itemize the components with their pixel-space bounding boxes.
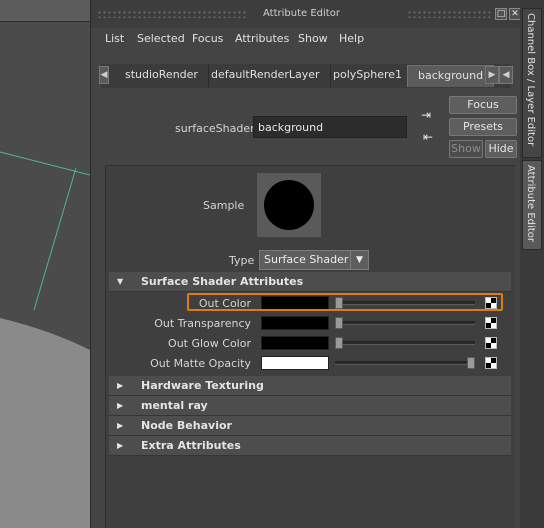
out-transparency-swatch[interactable] xyxy=(261,316,329,330)
node-name-field[interactable] xyxy=(253,116,407,138)
type-dropdown[interactable]: Surface Shader ▼ xyxy=(259,250,369,270)
dock-tab-attribute-editor[interactable]: Attribute Editor xyxy=(522,160,542,250)
3d-viewport[interactable] xyxy=(0,0,90,528)
section-hardware-texturing[interactable]: ▶ Hardware Texturing xyxy=(109,376,511,396)
dock-tab-strip: Channel Box / Layer Editor Attribute Edi… xyxy=(520,0,544,528)
out-transparency-map-button-icon[interactable] xyxy=(485,317,497,329)
drag-handle[interactable] xyxy=(97,10,247,18)
type-label: Type xyxy=(229,254,255,267)
section-extra-attributes[interactable]: ▶ Extra Attributes xyxy=(109,436,511,456)
section-label: Node Behavior xyxy=(141,419,232,432)
out-transparency-slider-handle[interactable] xyxy=(335,317,343,329)
focus-button[interactable]: Focus xyxy=(449,96,517,114)
viewport-scene xyxy=(0,151,90,528)
window-title: Attribute Editor xyxy=(263,8,340,19)
collapsed-triangle-icon: ▶ xyxy=(117,401,124,410)
output-connections-icon[interactable]: ⇤ xyxy=(423,130,437,144)
collapsed-triangle-icon: ▶ xyxy=(117,421,124,430)
menu-bar: List Selected Focus Attributes Show Help xyxy=(91,28,521,50)
collapsed-triangle-icon: ▶ xyxy=(117,381,124,390)
type-dropdown-value: Surface Shader xyxy=(264,253,349,266)
out-transparency-label: Out Transparency xyxy=(154,317,251,330)
input-connections-icon[interactable]: ⇥ xyxy=(421,108,435,122)
tab-scroll-left-icon-2[interactable]: ◀ xyxy=(499,66,513,84)
section-label: Hardware Texturing xyxy=(141,379,264,392)
collapsed-triangle-icon: ▶ xyxy=(117,441,124,450)
out-matte-opacity-swatch[interactable] xyxy=(261,356,329,370)
out-glow-color-slider[interactable] xyxy=(335,341,475,345)
section-mental-ray[interactable]: ▶ mental ray xyxy=(109,396,511,416)
out-color-highlight xyxy=(187,293,503,311)
out-glow-color-swatch[interactable] xyxy=(261,336,329,350)
out-matte-opacity-map-button-icon[interactable] xyxy=(485,357,497,369)
tab-scroll-left-icon[interactable]: ◀ xyxy=(99,66,109,84)
drag-handle-right[interactable] xyxy=(407,10,491,18)
out-matte-opacity-label: Out Matte Opacity xyxy=(150,357,251,370)
out-glow-color-slider-handle[interactable] xyxy=(335,337,343,349)
menu-attributes[interactable]: Attributes xyxy=(235,32,289,45)
section-node-behavior[interactable]: ▶ Node Behavior xyxy=(109,416,511,436)
dock-tab-label: Attribute Editor xyxy=(525,165,536,242)
material-sample-swatch[interactable] xyxy=(257,173,321,237)
surfaceshader-label: surfaceShader: xyxy=(175,122,259,135)
section-label: Surface Shader Attributes xyxy=(141,275,304,288)
hide-button[interactable]: Hide xyxy=(485,140,517,158)
tab-scroll-right-icon[interactable]: ▶ xyxy=(485,66,499,84)
tab-defaultrenderlayer[interactable]: defaultRenderLayer xyxy=(201,65,331,87)
menu-selected[interactable]: Selected xyxy=(137,32,185,45)
menu-list[interactable]: List xyxy=(105,32,124,45)
tab-background[interactable]: background xyxy=(407,65,495,87)
expanded-triangle-icon: ▼ xyxy=(117,277,124,286)
tab-polysphere1[interactable]: polySphere1 xyxy=(323,65,414,87)
float-window-icon[interactable]: □ xyxy=(495,8,507,20)
tab-studiorender[interactable]: studioRender xyxy=(115,65,209,87)
presets-button[interactable]: Presets xyxy=(449,118,517,136)
menu-help[interactable]: Help xyxy=(339,32,364,45)
title-bar[interactable]: Attribute Editor □ ✕ xyxy=(91,0,521,28)
out-transparency-slider[interactable] xyxy=(335,321,475,325)
out-matte-opacity-slider-handle[interactable] xyxy=(467,357,475,369)
section-surface-shader-attributes[interactable]: ▼ Surface Shader Attributes xyxy=(109,272,511,292)
dock-tab-channel-box[interactable]: Channel Box / Layer Editor xyxy=(522,8,542,158)
menu-focus[interactable]: Focus xyxy=(192,32,223,45)
menu-show[interactable]: Show xyxy=(298,32,328,45)
chevron-down-icon: ▼ xyxy=(350,251,368,269)
attribute-editor-panel: Attribute Editor □ ✕ List Selected Focus… xyxy=(90,0,521,528)
out-glow-color-label: Out Glow Color xyxy=(168,337,251,350)
section-label: mental ray xyxy=(141,399,208,412)
sample-sphere xyxy=(264,180,314,230)
section-label: Extra Attributes xyxy=(141,439,241,452)
dock-tab-label: Channel Box / Layer Editor xyxy=(525,13,536,147)
out-glow-color-map-button-icon[interactable] xyxy=(485,337,497,349)
node-tab-bar: ◀ studioRender defaultRenderLayer polySp… xyxy=(99,64,513,88)
show-button[interactable]: Show xyxy=(449,140,483,158)
out-matte-opacity-slider[interactable] xyxy=(335,361,475,365)
sample-label: Sample xyxy=(203,199,245,212)
